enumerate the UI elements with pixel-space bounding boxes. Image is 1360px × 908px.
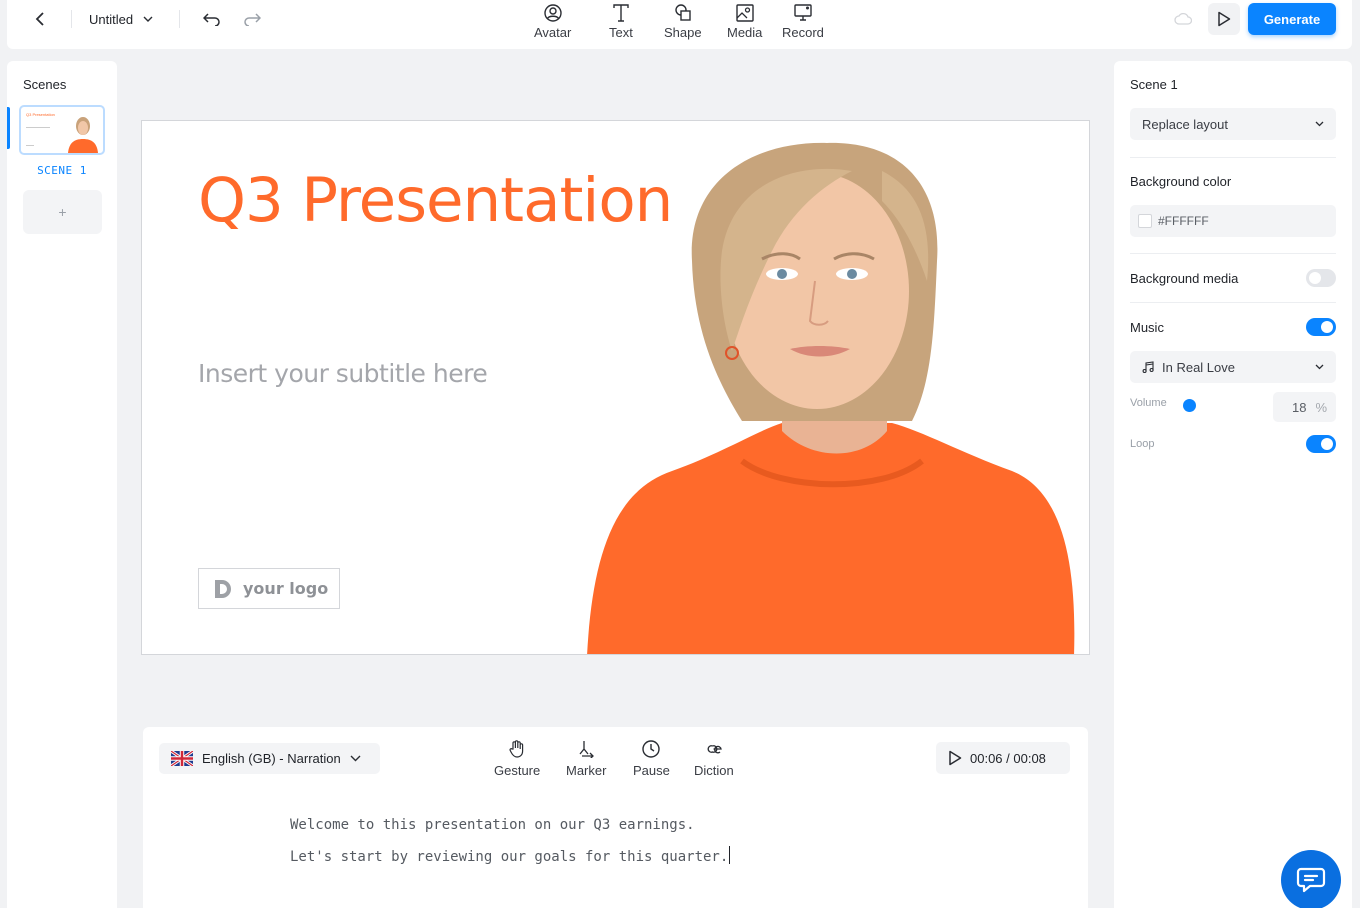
scene-thumbnail[interactable]: Q3 Presentation [19, 105, 105, 155]
redo-icon [244, 13, 261, 26]
tool-label: Marker [566, 763, 607, 778]
logo-icon [215, 579, 231, 598]
tool-label: Gesture [494, 763, 541, 778]
background-color-value: #FFFFFF [1158, 214, 1209, 228]
volume-input[interactable]: 18 % [1273, 392, 1336, 422]
divider [71, 10, 72, 28]
tool-label: Shape [664, 25, 702, 40]
divider [179, 10, 180, 28]
tool-label: Text [609, 25, 633, 40]
add-scene-button[interactable]: + [23, 190, 102, 234]
avatar-icon [543, 4, 562, 22]
music-label: Music [1130, 320, 1164, 335]
tool-media[interactable]: Media [727, 0, 762, 44]
music-note-icon [1142, 361, 1154, 373]
preview-play-button[interactable] [1208, 3, 1240, 35]
support-chat-button[interactable] [1281, 850, 1341, 908]
logo-placeholder[interactable]: your logo [198, 568, 340, 609]
tool-label: Media [727, 25, 763, 40]
music-toggle[interactable] [1306, 318, 1336, 336]
shape-icon [675, 4, 691, 21]
top-bar: Untitled Avatar Text Shape Media Record … [7, 0, 1352, 49]
pause-button[interactable]: Pause [633, 739, 670, 778]
text-caret [729, 846, 731, 864]
avatar-presenter-image[interactable] [582, 131, 1082, 655]
background-media-toggle[interactable] [1306, 269, 1336, 287]
chevron-left-icon [35, 12, 44, 26]
loop-label: Loop [1130, 438, 1155, 450]
logo-text: your logo [243, 579, 329, 598]
chevron-down-icon [350, 755, 361, 762]
clock-icon [642, 740, 661, 758]
tool-label: Record [782, 25, 824, 40]
timer-text: 00:06 / 00:08 [970, 750, 1046, 766]
tool-label: Pause [633, 763, 670, 778]
play-icon [1218, 11, 1231, 27]
scene-title: Scene 1 [1130, 77, 1178, 92]
language-label: English (GB) - Narration [202, 751, 341, 766]
scenes-panel: Scenes Q3 Presentation SCENE 1 + [7, 61, 117, 908]
script-line: Welcome to this presentation on our Q3 e… [290, 817, 695, 833]
background-color-label: Background color [1130, 174, 1232, 189]
scene-label: SCENE 1 [37, 164, 87, 177]
document-title-menu[interactable]: Untitled [89, 9, 153, 29]
volume-unit: % [1315, 399, 1327, 415]
scene-thumbnail-title: Q3 Presentation [26, 112, 55, 117]
scene-canvas[interactable]: Q3 Presentation Insert your subtitle her… [141, 120, 1090, 655]
diction-button[interactable]: Diction [694, 739, 734, 778]
properties-panel: Scene 1 Replace layout Background color … [1114, 61, 1352, 908]
back-button[interactable] [29, 8, 51, 30]
text-icon [613, 4, 629, 22]
record-icon [794, 4, 812, 21]
hand-icon [509, 740, 524, 758]
redo-button[interactable] [241, 8, 263, 30]
slide-subtitle[interactable]: Insert your subtitle here [198, 359, 488, 388]
avatar-thumbnail-image [68, 117, 98, 153]
active-scene-indicator [7, 107, 10, 149]
chevron-down-icon [143, 16, 153, 22]
tool-avatar[interactable]: Avatar [534, 0, 571, 44]
background-media-label: Background media [1130, 271, 1239, 286]
script-play-timer[interactable]: 00:06 / 00:08 [936, 742, 1070, 774]
play-icon [949, 750, 962, 766]
diction-icon [707, 745, 722, 754]
loop-toggle[interactable] [1306, 435, 1336, 453]
marker-icon [579, 741, 595, 758]
script-text-area[interactable]: Welcome to this presentation on our Q3 e… [290, 809, 731, 873]
undo-button[interactable] [201, 8, 223, 30]
volume-value: 18 [1291, 399, 1307, 415]
undo-icon [203, 13, 220, 26]
tool-shape[interactable]: Shape [664, 0, 702, 44]
music-track-select[interactable]: In Real Love [1130, 351, 1336, 383]
marker-button[interactable]: Marker [566, 739, 606, 778]
tool-label: Avatar [534, 25, 572, 40]
generate-button[interactable]: Generate [1248, 3, 1336, 35]
color-swatch[interactable] [1138, 214, 1152, 228]
media-icon [736, 4, 754, 22]
tool-text[interactable]: Text [609, 0, 633, 44]
chat-icon [1296, 867, 1326, 893]
tool-label: Diction [694, 763, 734, 778]
replace-layout-label: Replace layout [1142, 116, 1228, 132]
scenes-title: Scenes [23, 77, 67, 92]
volume-label: Volume [1130, 397, 1167, 409]
document-title: Untitled [89, 11, 134, 27]
background-color-input[interactable]: #FFFFFF [1130, 205, 1336, 237]
gesture-button[interactable]: Gesture [494, 739, 540, 778]
tool-record[interactable]: Record [782, 0, 824, 44]
replace-layout-select[interactable]: Replace layout [1130, 108, 1336, 140]
language-select[interactable]: English (GB) - Narration [159, 743, 380, 774]
volume-slider-handle[interactable] [1183, 399, 1196, 412]
chevron-down-icon [1315, 364, 1324, 370]
uk-flag-icon [171, 751, 193, 766]
cloud-sync-icon [1173, 10, 1193, 28]
script-line: Let's start by reviewing our goals for t… [290, 849, 729, 865]
music-track-label: In Real Love [1162, 359, 1235, 375]
chevron-down-icon [1315, 121, 1324, 127]
script-editor: English (GB) - Narration Gesture Marker … [143, 727, 1088, 908]
